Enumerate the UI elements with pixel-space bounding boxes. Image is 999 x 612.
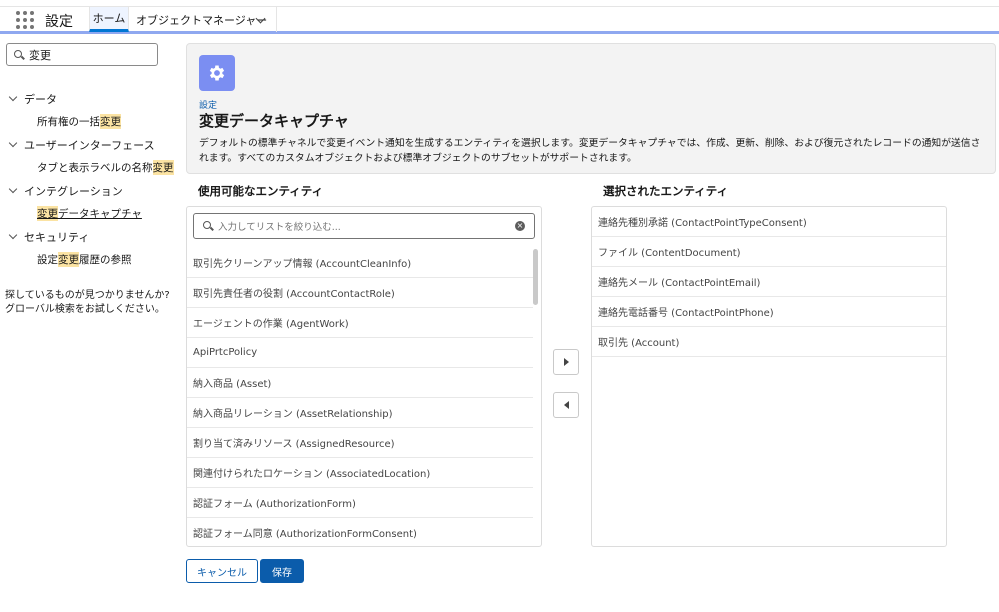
setup-tree: データ 所有権の一括 変更 ユーザーインターフェース タブと表示ラベルの名称 変更 … <box>0 87 177 271</box>
global-header: 設定 ホーム オブジェクトマネージャー <box>0 6 999 34</box>
filter-input[interactable]: 入力してリストを絞り込む... × <box>193 213 535 239</box>
setup-sidebar: 変更 データ 所有権の一括 変更 ユーザーインターフェース タブと表示ラベルの名称… <box>0 37 177 612</box>
chevron-down-icon[interactable] <box>8 230 18 240</box>
tree-item-text: 設定 <box>37 254 58 266</box>
move-left-icon <box>563 401 569 409</box>
tree-section-label: インテグレーション <box>24 184 123 198</box>
tree-item-text: 履歴の参照 <box>79 254 132 266</box>
page-header: 設定 変更データキャプチャ デフォルトの標準チャネルで変更イベント通知を生成する… <box>186 43 996 174</box>
move-to-available-button[interactable] <box>553 392 579 418</box>
list-item[interactable]: 連絡先種別承諾 (ContactPointTypeConsent) <box>592 207 946 237</box>
tree-section-integrations[interactable]: インテグレーション <box>0 179 177 202</box>
app-title: 設定 <box>45 14 73 30</box>
cancel-button[interactable]: キャンセル <box>186 559 258 583</box>
list-item[interactable]: 関連付けられたロケーション (AssociatedLocation) <box>187 457 533 487</box>
gear-icon-glyph <box>209 65 225 81</box>
available-entities-label: 使用可能なエンティティ <box>198 184 324 198</box>
list-item[interactable]: 認証フォーム (AuthorizationForm) <box>187 487 533 517</box>
page-description: デフォルトの標準チャネルで変更イベント通知を生成するエンティティを選択します。変… <box>199 138 981 164</box>
tree-section-user-interface[interactable]: ユーザーインターフェース <box>0 133 177 156</box>
tab-object-manager[interactable]: オブジェクトマネージャー <box>130 7 277 32</box>
list-item[interactable]: 連絡先メール (ContactPointEmail) <box>592 267 946 297</box>
list-item[interactable]: 取引先 (Account) <box>592 327 946 357</box>
tree-section-label: セキュリティ <box>24 230 90 244</box>
chevron-down-icon[interactable] <box>8 184 18 194</box>
sidebar-help-text: 探しているものが見つかりませんか? グローバル検索をお試しください。 <box>5 289 175 317</box>
move-to-selected-button[interactable] <box>553 349 579 375</box>
available-list: 取引先クリーンアップ情報 (AccountCleanInfo) 取引先責任者の役… <box>187 247 533 546</box>
tree-item-text: データキャプチャ <box>58 208 142 220</box>
tree-section-security[interactable]: セキュリティ <box>0 225 177 248</box>
list-item[interactable]: ApiPrtcPolicy <box>187 337 533 367</box>
tree-item-setup-audit-trail[interactable]: 設定 変更 履歴の参照 <box>0 248 177 271</box>
tree-item-text: 所有権の一括 <box>37 116 100 128</box>
chevron-down-icon[interactable] <box>8 138 18 148</box>
help-line: 探しているものが見つかりませんか? <box>5 290 170 301</box>
available-entities-listbox[interactable]: 入力してリストを絞り込む... × 取引先クリーンアップ情報 (AccountC… <box>186 206 542 547</box>
search-match-highlight: 変更 <box>37 206 58 221</box>
help-line: グローバル検索をお試しください。 <box>5 304 165 315</box>
tree-item-mass-transfer[interactable]: 所有権の一括 変更 <box>0 110 177 133</box>
selected-list: 連絡先種別承諾 (ContactPointTypeConsent) ファイル (… <box>592 207 946 357</box>
list-item[interactable]: エージェントの作業 (AgentWork) <box>187 307 533 337</box>
selected-entities-listbox[interactable]: 連絡先種別承諾 (ContactPointTypeConsent) ファイル (… <box>591 206 947 547</box>
search-icon <box>203 221 211 229</box>
tree-section-label: ユーザーインターフェース <box>24 138 155 152</box>
list-item[interactable]: 認証フォーム同意 (AuthorizationFormConsent) <box>187 517 533 546</box>
selected-entities-label: 選択されたエンティティ <box>603 184 729 198</box>
clear-icon[interactable]: × <box>515 221 525 231</box>
list-item[interactable]: 納入商品 (Asset) <box>187 367 533 397</box>
filter-placeholder: 入力してリストを絞り込む... <box>218 222 341 233</box>
save-button[interactable]: 保存 <box>260 559 304 583</box>
search-match-highlight: 変更 <box>58 252 79 267</box>
quick-find-value: 変更 <box>29 48 51 62</box>
tree-item-change-data-capture[interactable]: 変更 データキャプチャ <box>0 202 177 225</box>
tree-section-data[interactable]: データ <box>0 87 177 110</box>
tree-section-label: データ <box>24 92 57 106</box>
page-title: 変更データキャプチャ <box>199 112 349 130</box>
app-launcher-icon[interactable] <box>16 11 34 29</box>
search-match-highlight: 変更 <box>152 160 174 175</box>
tree-item-text: タブと表示ラベルの名称 <box>37 162 153 174</box>
search-match-highlight: 変更 <box>100 114 121 129</box>
list-item[interactable]: 割り当て済みリソース (AssignedResource) <box>187 427 533 457</box>
list-item[interactable]: 取引先責任者の役割 (AccountContactRole) <box>187 277 533 307</box>
scrollbar[interactable] <box>532 247 540 546</box>
quick-find-input[interactable]: 変更 <box>6 43 158 66</box>
tab-object-manager-label: オブジェクトマネージャー <box>136 13 268 27</box>
gear-icon <box>199 55 235 91</box>
tree-item-rename-tabs-labels[interactable]: タブと表示ラベルの名称 変更 <box>0 156 177 179</box>
list-item[interactable]: 納入商品リレーション (AssetRelationship) <box>187 397 533 427</box>
move-right-icon <box>563 358 569 366</box>
list-item[interactable]: ファイル (ContentDocument) <box>592 237 946 267</box>
tab-home[interactable]: ホーム <box>89 7 129 32</box>
list-item[interactable]: 連絡先電話番号 (ContactPointPhone) <box>592 297 946 327</box>
scrollbar-thumb[interactable] <box>533 249 538 305</box>
chevron-down-icon[interactable] <box>8 92 18 102</box>
search-icon <box>14 50 22 58</box>
list-item[interactable]: 取引先クリーンアップ情報 (AccountCleanInfo) <box>187 247 533 277</box>
